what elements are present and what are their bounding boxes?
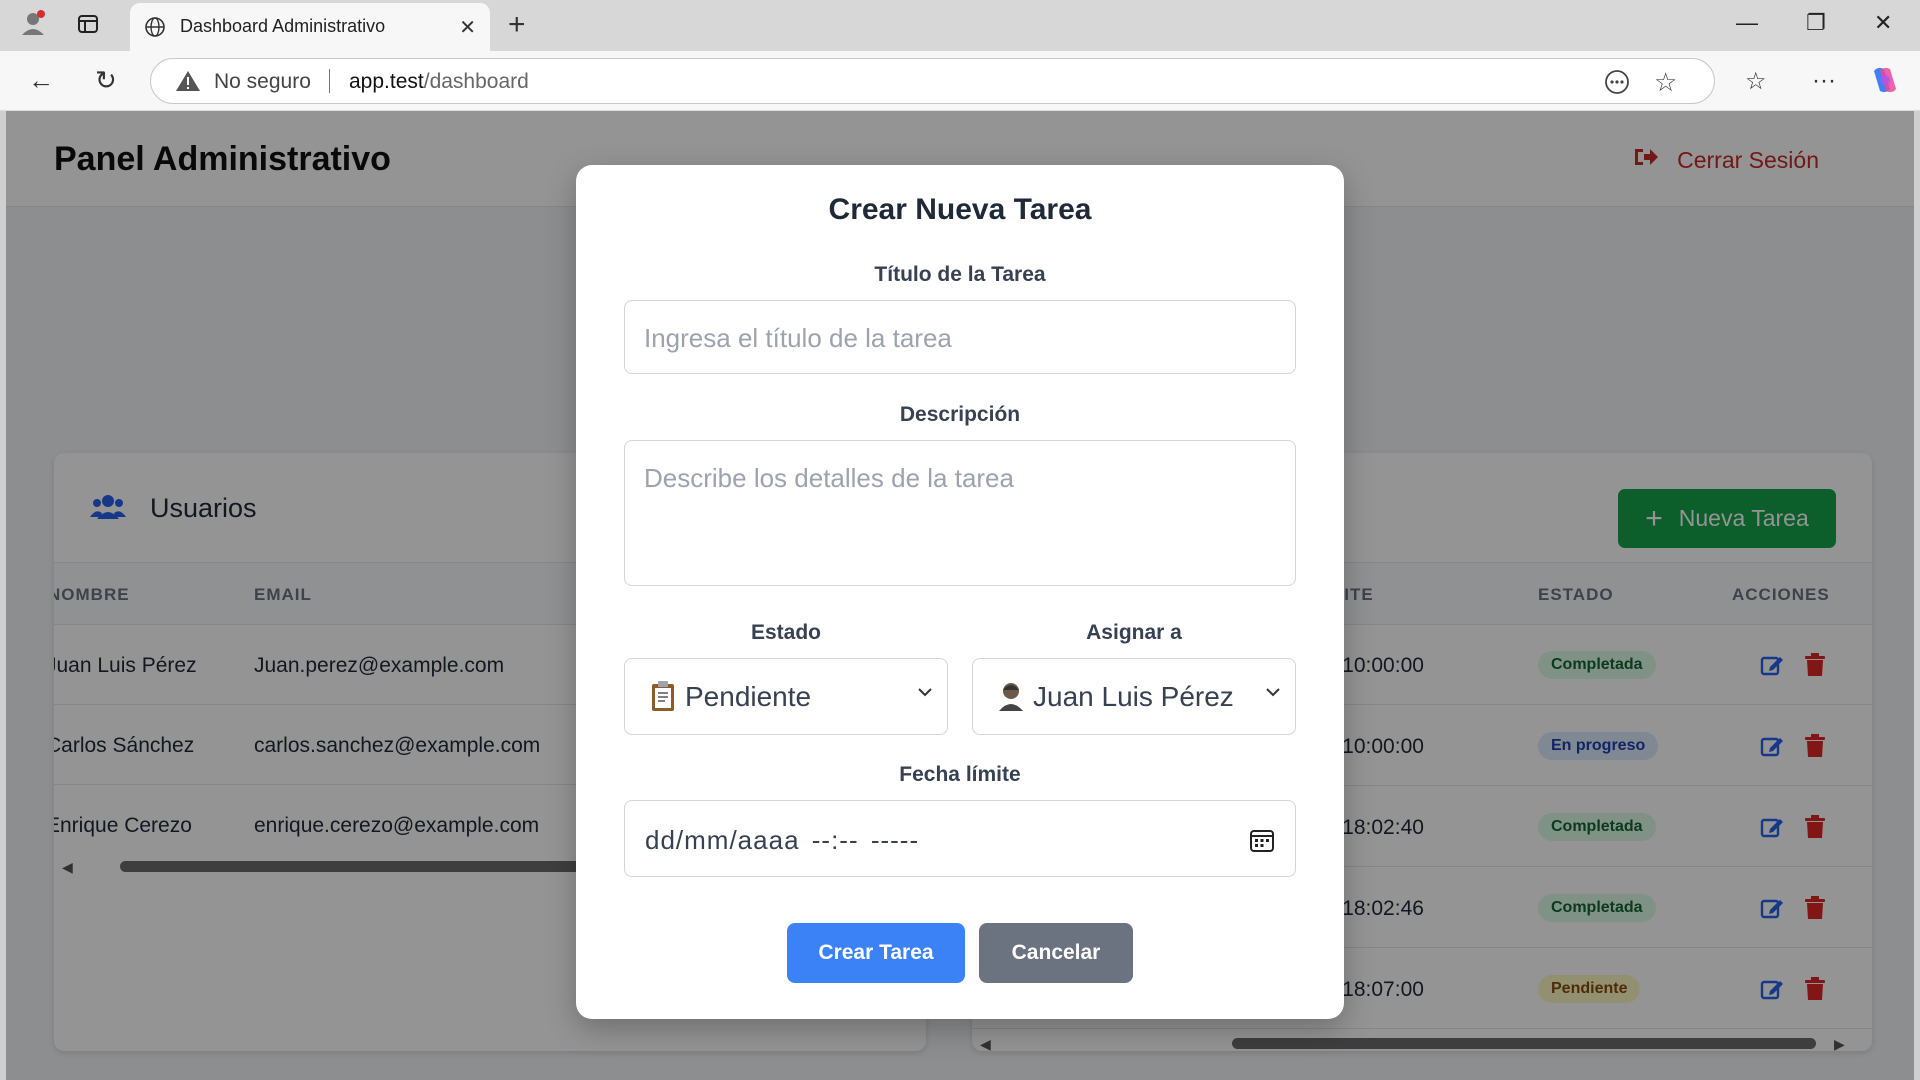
task-title-input[interactable]: Ingresa el título de la tarea [624,300,1296,374]
reader-mode-icon[interactable] [1604,69,1630,100]
browser-tab[interactable]: Dashboard Administrativo ✕ [130,3,490,51]
deadline-input-placeholder: dd/mm/aaaa --:-- ----- [645,825,920,855]
profile-icon[interactable] [18,8,48,38]
new-tab-icon[interactable]: + [508,8,526,42]
modal-title: Crear Nueva Tarea [828,193,1092,226]
omnibox-divider [329,69,330,93]
deadline-input[interactable]: dd/mm/aaaa --:-- ----- [624,800,1296,877]
close-window-icon[interactable]: ✕ [1874,10,1892,36]
status-field-label: Estado [750,621,821,644]
favorites-icon[interactable]: ☆ [1745,67,1767,96]
task-title-placeholder: Ingresa el título de la tarea [644,323,952,353]
deadline-field-label: Fecha límite [899,763,1021,786]
favorite-star-icon[interactable]: ☆ [1654,67,1677,98]
cancel-button[interactable]: Cancelar [979,923,1133,983]
url-text[interactable]: app.test/dashboard [349,70,529,94]
assign-field-label: Asignar a [1086,621,1182,644]
create-task-modal: Crear Nueva Tarea Título de la Tarea Ing… [576,165,1344,1019]
assignee-select[interactable]: Juan Luis Pérez [972,658,1296,735]
description-field-label: Descripción [899,403,1021,426]
minimize-icon[interactable]: — [1736,10,1758,36]
reload-icon[interactable]: ↻ [95,65,117,96]
status-select[interactable]: Pendiente [624,658,948,735]
title-field-label: Título de la Tarea [874,263,1046,286]
copilot-icon[interactable] [1868,63,1902,104]
chevron-down-icon [917,685,933,703]
status-select-value: Pendiente [685,681,812,712]
clipboard-icon [649,680,677,717]
restore-icon[interactable]: ❐ [1806,10,1826,36]
person-icon [997,680,1025,717]
tab-title: Dashboard Administrativo [180,16,386,36]
security-label[interactable]: No seguro [214,70,311,94]
warning-icon[interactable] [175,69,201,98]
close-tab-icon[interactable]: ✕ [459,15,476,40]
more-menu-icon[interactable]: ··· [1812,67,1836,95]
task-description-textarea[interactable]: Describe los detalles de la tarea [624,440,1296,586]
assignee-select-value: Juan Luis Pérez [1033,681,1234,712]
calendar-icon[interactable] [1249,827,1275,858]
chevron-down-icon [1265,685,1281,703]
task-description-placeholder: Describe los detalles de la tarea [644,463,1014,493]
back-icon[interactable]: ← [28,65,54,96]
address-bar-row: ← ↻ No seguro app.test/dashboard ☆ ☆ ··· [0,51,1920,111]
browser-tab-bar: Dashboard Administrativo ✕ + — ❐ ✕ [0,0,1920,51]
tab-actions-icon[interactable] [76,12,100,36]
address-bar[interactable]: No seguro app.test/dashboard ☆ [150,58,1715,104]
globe-icon [144,16,166,43]
create-task-button[interactable]: Crear Tarea [787,923,965,983]
